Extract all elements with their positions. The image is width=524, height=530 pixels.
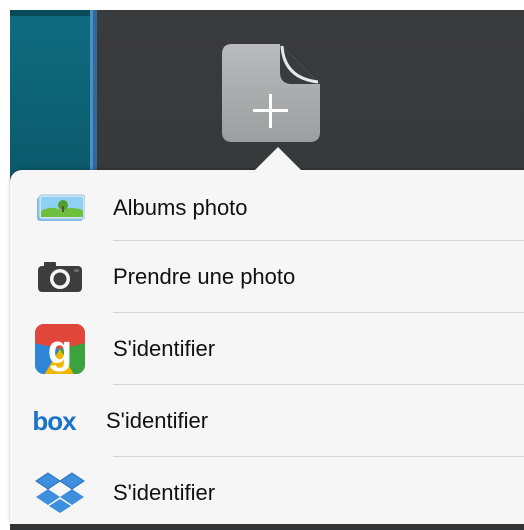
thumbnail-header-strip	[10, 10, 90, 16]
menu-item-dropbox[interactable]: S'identifier	[10, 457, 524, 528]
menu-item-label: S'identifier	[113, 480, 216, 505]
popover-arrow	[254, 147, 302, 171]
menu-item-box[interactable]: box S'identifier	[10, 385, 524, 456]
box-logo-text: box	[32, 405, 76, 436]
menu-item-take-photo[interactable]: Prendre une photo	[10, 241, 524, 312]
menu-item-label: S'identifier	[113, 336, 216, 361]
box-icon: box	[26, 399, 82, 443]
new-document-icon	[222, 44, 320, 142]
menu-item-photo-albums[interactable]: Albums photo	[10, 172, 524, 243]
menu-item-google[interactable]: g S'identifier	[10, 313, 524, 384]
dropbox-icon	[32, 471, 88, 515]
menu-item-label: Prendre une photo	[113, 264, 296, 289]
photos-icon	[32, 186, 88, 230]
screen: Albums photo Prendre une photo g S'ident…	[0, 0, 524, 530]
svg-text:g: g	[48, 328, 72, 372]
menu-item-label: S'identifier	[106, 408, 209, 433]
camera-icon	[32, 255, 88, 299]
google-icon: g	[32, 323, 88, 374]
new-document-button[interactable]	[222, 42, 322, 144]
menu-item-label: Albums photo	[113, 195, 248, 220]
